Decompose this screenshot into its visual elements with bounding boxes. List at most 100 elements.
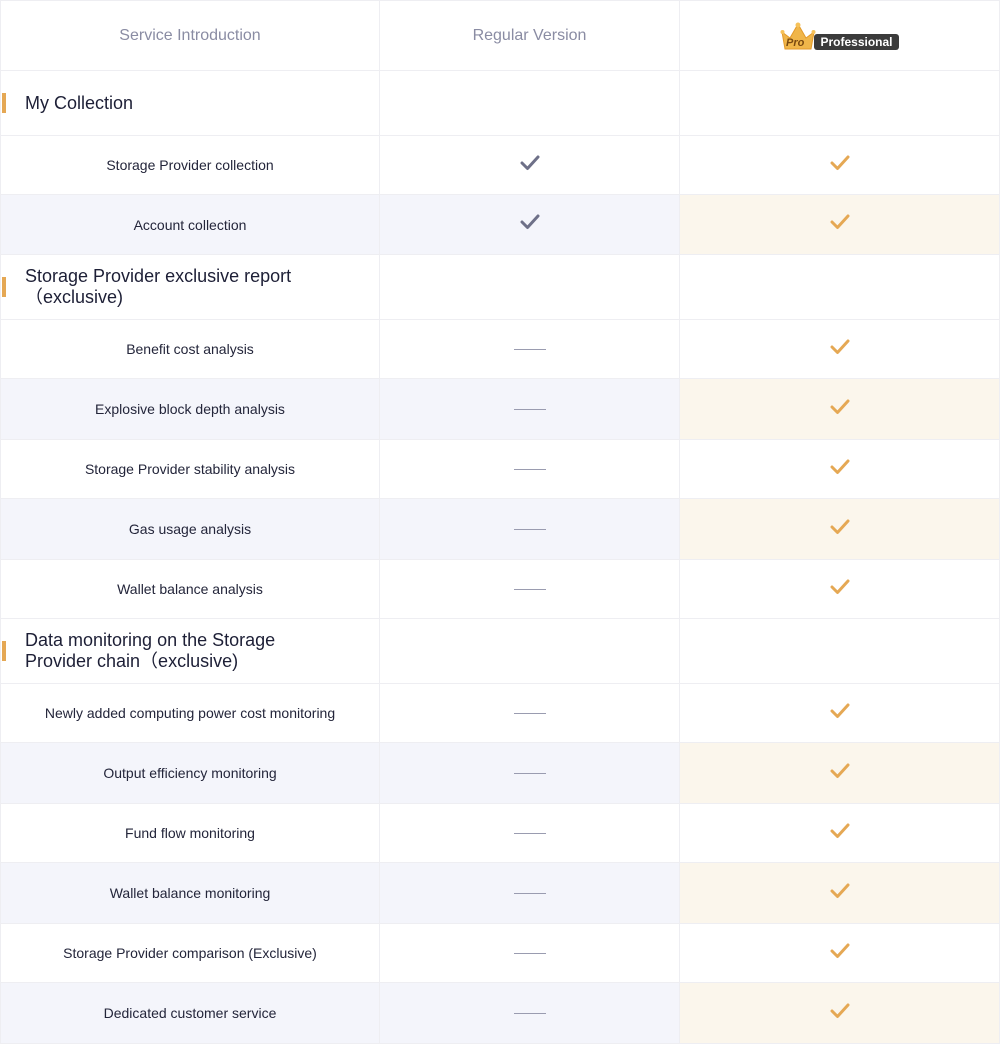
header-col2-label: Regular Version [472,26,587,44]
professional-cell [680,499,1000,559]
header-service-introduction: Service Introduction [0,1,380,70]
regular-cell [380,195,680,254]
check-icon [830,1003,850,1024]
feature-label: Fund flow monitoring [125,825,255,841]
feature-label: Storage Provider stability analysis [84,461,296,477]
check-icon [830,519,850,540]
feature-cell: Benefit cost analysis [0,320,380,378]
section-title: My Collection [25,92,134,113]
professional-cell [680,863,1000,923]
professional-cell [680,71,1000,135]
feature-label: Storage Provider comparison (Exclusive) [63,945,317,961]
comparison-table: Service Introduction Regular Version Pro… [0,0,1000,1044]
section-accent-bar [2,277,6,297]
section-title: Storage Provider exclusive report（exclus… [25,266,292,307]
check-icon [830,399,850,420]
section-accent-bar [2,641,6,661]
feature-cell: Account collection [0,195,380,254]
dash-icon [513,892,546,894]
header-regular-version: Regular Version [380,1,680,70]
table-row: Output efficiency monitoring [0,743,1000,804]
feature-label: Benefit cost analysis [126,341,254,357]
professional-cell [680,924,1000,982]
dash-icon [513,588,546,590]
dash-icon [513,528,546,530]
table-row: Benefit cost analysis [0,320,1000,379]
table-row: Wallet balance analysis [0,560,1000,619]
table-row: Fund flow monitoring [0,804,1000,863]
professional-cell [680,684,1000,742]
professional-cell [680,743,1000,803]
professional-cell [680,136,1000,194]
check-icon [520,214,540,235]
regular-cell [380,743,680,803]
table-row: Dedicated customer service [0,983,1000,1044]
feature-cell: Newly added computing power cost monitor… [0,684,380,742]
regular-cell [380,684,680,742]
feature-label: Wallet balance analysis [117,581,263,597]
dash-icon [513,712,546,714]
professional-badge: Pro Professional [780,20,899,52]
professional-cell [680,195,1000,254]
professional-cell [680,560,1000,618]
professional-cell [680,320,1000,378]
dash-icon [513,348,546,350]
feature-cell: Gas usage analysis [0,499,380,559]
regular-cell [380,379,680,439]
feature-cell: Output efficiency monitoring [0,743,380,803]
check-icon [830,155,850,176]
table-row: Storage Provider stability analysis [0,440,1000,499]
feature-cell: Storage Provider exclusive report（exclus… [0,255,380,319]
regular-cell [380,71,680,135]
check-icon [830,943,850,964]
dash-icon [513,1012,546,1014]
feature-cell: Storage Provider comparison (Exclusive) [0,924,380,982]
check-icon [830,703,850,724]
check-icon [830,763,850,784]
feature-label: Explosive block depth analysis [95,401,285,417]
table-row: Newly added computing power cost monitor… [0,684,1000,743]
feature-cell: Data monitoring on the Storage Provider … [0,619,380,683]
feature-label: Wallet balance monitoring [109,885,271,901]
section-header-row: Data monitoring on the Storage Provider … [0,619,1000,684]
professional-cell [680,804,1000,862]
section-header-row: Storage Provider exclusive report（exclus… [0,255,1000,320]
dash-icon [513,772,546,774]
dash-icon [513,408,546,410]
feature-label: Gas usage analysis [128,521,252,537]
regular-cell [380,924,680,982]
regular-cell [380,255,680,319]
professional-cell [680,619,1000,683]
feature-cell: Storage Provider stability analysis [0,440,380,498]
table-row: Wallet balance monitoring [0,863,1000,924]
dash-icon [513,468,546,470]
table-body: My Collection Storage Provider collection… [0,71,1000,1044]
regular-cell [380,863,680,923]
table-row: Storage Provider collection [0,136,1000,195]
feature-label: Storage Provider collection [106,157,274,173]
regular-cell [380,560,680,618]
regular-cell [380,619,680,683]
feature-label: Newly added computing power cost monitor… [44,705,336,721]
feature-label: Output efficiency monitoring [103,765,277,781]
table-row: Account collection [0,195,1000,255]
dash-icon [513,832,546,834]
feature-label: Dedicated customer service [103,1005,277,1021]
check-icon [830,823,850,844]
regular-cell [380,983,680,1043]
section-header-row: My Collection [0,71,1000,136]
table-row: Explosive block depth analysis [0,379,1000,440]
check-icon [830,579,850,600]
feature-cell: Dedicated customer service [0,983,380,1043]
professional-cell [680,255,1000,319]
feature-cell: Wallet balance analysis [0,560,380,618]
check-icon [520,155,540,176]
table-row: Storage Provider comparison (Exclusive) [0,924,1000,983]
pro-badge-text: Pro [786,37,805,49]
section-title: Data monitoring on the Storage Provider … [25,630,276,671]
check-icon [830,214,850,235]
dash-icon [513,952,546,954]
feature-label: Account collection [133,216,247,233]
regular-cell [380,136,680,194]
crown-icon: Pro [780,22,816,49]
